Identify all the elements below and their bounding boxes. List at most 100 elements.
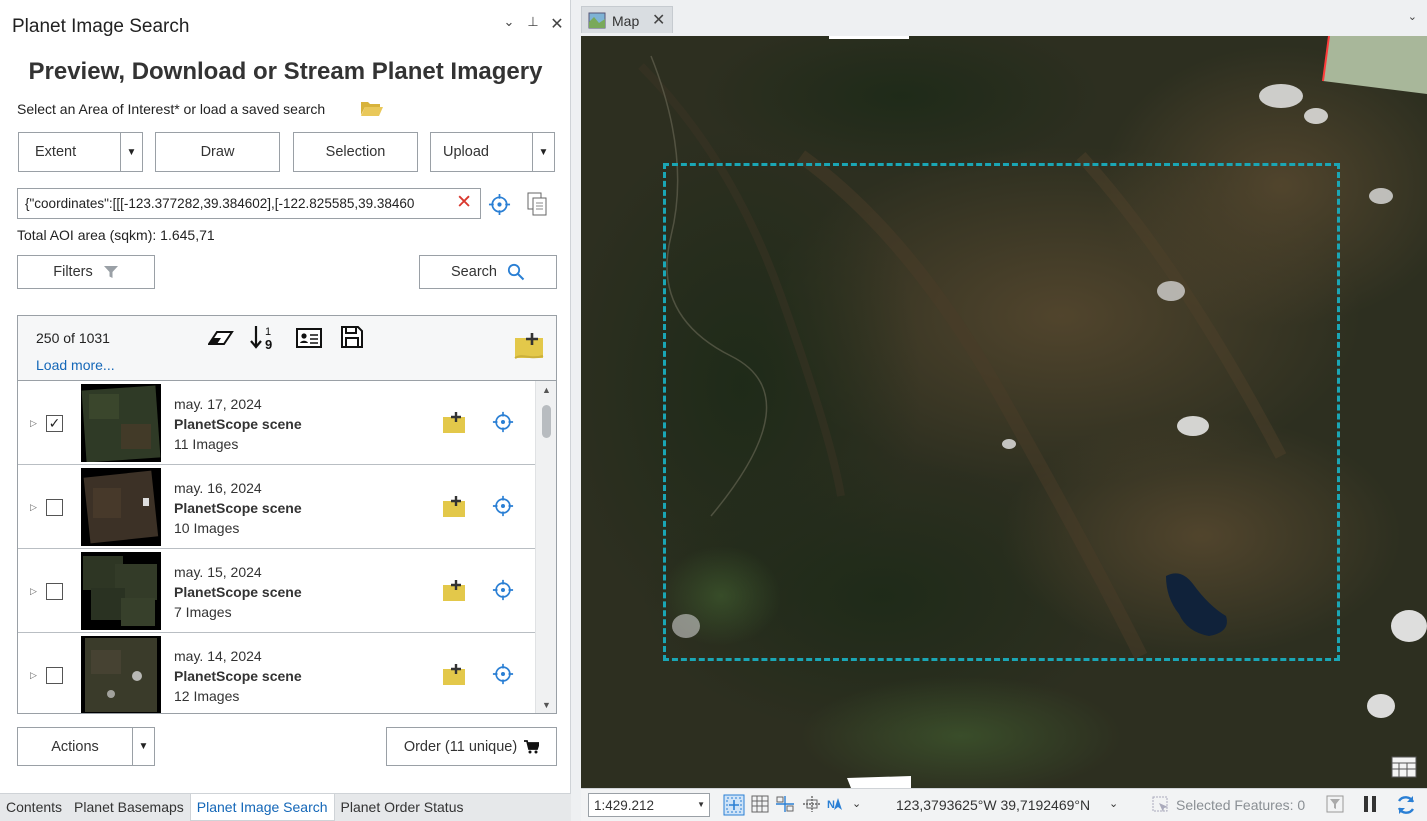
scene-thumbnail <box>81 468 161 546</box>
coordinate-format-dropdown[interactable]: ⌄ <box>1109 797 1118 810</box>
add-to-map-icon[interactable] <box>442 664 466 686</box>
add-to-map-icon[interactable] <box>442 580 466 602</box>
map-icon <box>588 12 606 29</box>
search-button[interactable]: Search <box>419 255 557 289</box>
select-checkbox[interactable]: ✓ <box>46 415 63 432</box>
save-icon[interactable] <box>340 325 364 349</box>
copy-icon[interactable] <box>526 192 548 216</box>
list-item[interactable]: ▷ may. 15, 2024 PlanetScope scene 7 Imag… <box>18 549 536 633</box>
expand-icon[interactable]: ▷ <box>30 502 37 513</box>
tab-map[interactable]: Map ✕ <box>581 6 673 33</box>
scale-dropdown-icon[interactable]: ▼ <box>697 800 705 809</box>
actions-dropdown[interactable]: ▼ <box>132 728 154 765</box>
draw-button[interactable]: Draw <box>155 132 280 172</box>
add-all-to-map-icon[interactable] <box>514 332 544 360</box>
grid-icon[interactable] <box>750 794 770 814</box>
map-tab-label: Map <box>612 13 640 29</box>
north-arrow-icon[interactable]: N <box>826 794 846 814</box>
actions-button[interactable]: Actions ▼ <box>17 727 155 766</box>
select-checkbox[interactable] <box>46 499 63 516</box>
scene-date: may. 16, 2024 <box>174 480 262 496</box>
close-map-icon[interactable]: ✕ <box>652 10 665 30</box>
coordinate-readout: 123,3793625°W 39,7192469°N <box>896 797 1091 813</box>
filter-map-icon[interactable] <box>1326 795 1344 813</box>
filters-label: Filters <box>53 264 93 280</box>
scroll-down-icon[interactable]: ▼ <box>542 700 551 710</box>
expand-icon[interactable]: ▷ <box>30 670 37 681</box>
scene-type: PlanetScope scene <box>174 668 302 684</box>
upload-label: Upload <box>443 144 489 160</box>
table-icon[interactable] <box>1391 756 1417 778</box>
coordinates-input[interactable] <box>18 189 448 218</box>
clear-icon[interactable]: ✕ <box>456 193 472 213</box>
zoom-to-icon[interactable] <box>492 411 514 433</box>
refresh-icon[interactable] <box>1395 794 1417 816</box>
zoom-to-icon[interactable] <box>492 579 514 601</box>
extent-label: Extent <box>35 144 77 160</box>
list-item[interactable]: ▷ ✓ may. 17, 2024 PlanetScope scene 11 I… <box>18 381 536 465</box>
scene-thumbnail <box>81 384 161 462</box>
scene-type: PlanetScope scene <box>174 500 302 516</box>
scroll-thumb[interactable] <box>542 405 551 438</box>
selection-button[interactable]: Selection <box>293 132 418 172</box>
zoom-to-aoi-icon[interactable] <box>488 193 511 216</box>
pause-icon[interactable] <box>1362 795 1378 813</box>
scale-select[interactable]: 1:429.212 ▼ <box>588 793 710 817</box>
metadata-icon[interactable] <box>296 327 322 349</box>
selected-features-icon <box>1152 796 1168 812</box>
list-item[interactable]: ▷ may. 16, 2024 PlanetScope scene 10 Ima… <box>18 465 536 549</box>
actions-label: Actions <box>51 738 99 755</box>
upload-dropdown[interactable]: ▼ <box>532 133 554 171</box>
results-scrollbar[interactable]: ▲ ▼ <box>535 381 556 713</box>
scene-type: PlanetScope scene <box>174 416 302 432</box>
svg-text:N: N <box>827 799 835 811</box>
order-label: Order (11 unique) <box>403 738 518 755</box>
load-more-link[interactable]: Load more... <box>36 357 115 373</box>
list-item[interactable]: ▷ may. 14, 2024 PlanetScope scene 12 Ima… <box>18 633 536 713</box>
expand-icon[interactable]: ▷ <box>30 586 37 597</box>
zoom-to-icon[interactable] <box>492 663 514 685</box>
order-button[interactable]: Order (11 unique) <box>386 727 557 766</box>
search-label: Search <box>451 264 497 280</box>
scene-date: may. 17, 2024 <box>174 396 262 412</box>
scene-thumbnail <box>81 636 161 713</box>
chevron-down-icon[interactable]: ⌄ <box>852 797 861 810</box>
coordinates-field[interactable]: ✕ <box>17 188 481 219</box>
extent-button[interactable]: Extent ▼ <box>18 132 143 172</box>
scene-image-count: 11 Images <box>174 436 239 452</box>
chevron-down-icon[interactable]: ⌄ <box>1408 10 1417 23</box>
tab-planet-basemaps[interactable]: Planet Basemaps <box>68 794 190 821</box>
zoom-to-icon[interactable] <box>492 495 514 517</box>
sort-icon[interactable]: 1 9 <box>250 324 276 352</box>
pin-icon[interactable]: ⊥ <box>526 14 540 34</box>
close-icon[interactable]: ✕ <box>550 14 564 34</box>
filters-button[interactable]: Filters <box>17 255 155 289</box>
total-aoi-area: Total AOI area (sqkm): 1.645,71 <box>17 227 215 243</box>
upload-button[interactable]: Upload ▼ <box>430 132 555 172</box>
tab-planet-order-status[interactable]: Planet Order Status <box>335 794 470 821</box>
select-checkbox[interactable] <box>46 583 63 600</box>
svg-text:9: 9 <box>265 337 272 352</box>
select-checkbox[interactable] <box>46 667 63 684</box>
selected-features-count: Selected Features: 0 <box>1176 797 1306 813</box>
snapping-icon[interactable] <box>774 794 796 814</box>
open-folder-icon[interactable] <box>360 99 384 117</box>
scene-thumbnail <box>81 552 161 630</box>
fixed-zoom-icon[interactable] <box>723 794 745 816</box>
page-heading: Preview, Download or Stream Planet Image… <box>28 58 543 85</box>
search-icon <box>507 263 525 281</box>
add-to-map-icon[interactable] <box>442 412 466 434</box>
eraser-icon[interactable] <box>208 328 234 350</box>
map-view[interactable] <box>581 36 1427 788</box>
chevron-down-icon[interactable]: ⌄ <box>502 14 516 34</box>
aoi-rectangle <box>663 163 1340 661</box>
expand-icon[interactable]: ▷ <box>30 418 37 429</box>
extent-dropdown[interactable]: ▼ <box>120 133 142 171</box>
constraints-icon[interactable] <box>801 794 823 814</box>
scroll-up-icon[interactable]: ▲ <box>542 385 551 395</box>
tab-planet-image-search[interactable]: Planet Image Search <box>189 794 335 821</box>
results-header: 250 of 1031 Load more... 1 9 <box>17 315 557 381</box>
tab-contents[interactable]: Contents <box>0 794 68 821</box>
add-to-map-icon[interactable] <box>442 496 466 518</box>
scene-image-count: 10 Images <box>174 520 240 536</box>
